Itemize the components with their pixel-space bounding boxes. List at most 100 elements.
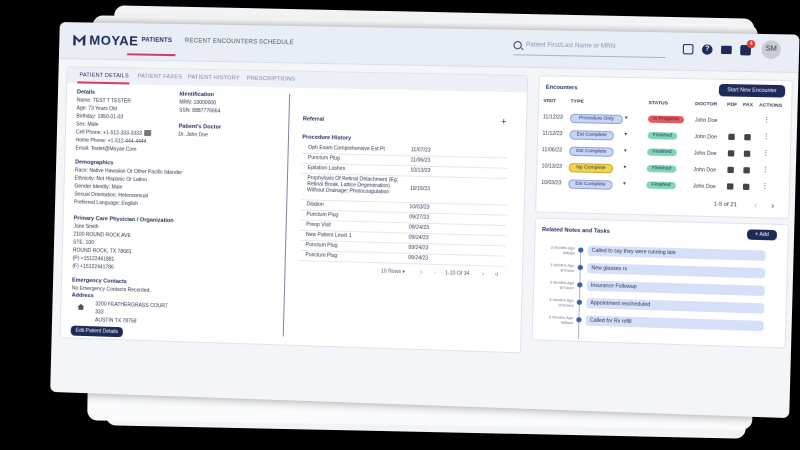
first-page-button[interactable]: |‹ xyxy=(420,270,423,276)
demographic-line: Race: Native Hawaiian Or Other Pacific I… xyxy=(74,167,183,177)
patient-panel: PATIENT DETAILS PATIENT FAXES PATIENT HI… xyxy=(59,66,529,354)
prev-page-button[interactable]: ‹ xyxy=(754,201,757,210)
next-page-button[interactable]: › xyxy=(771,201,774,210)
detail-line: Sex: Male xyxy=(76,121,99,128)
demographic-line: Gender Identity: Male xyxy=(74,183,123,191)
chevron-down-icon[interactable]: ▾ xyxy=(623,164,626,170)
type-select[interactable]: Procedure Only xyxy=(570,113,623,125)
calendar-icon[interactable] xyxy=(682,43,694,55)
column-header: DOCTOR xyxy=(695,101,718,108)
patients-doctor-heading: Patient's Doctor xyxy=(178,123,222,131)
identification-heading: Identification xyxy=(179,91,215,99)
more-icon[interactable]: ⋮ xyxy=(761,167,769,174)
timeline-line xyxy=(577,250,582,339)
encounter-row[interactable]: 11/06/23 Est Complete ▾ Finished John Do… xyxy=(540,76,792,157)
help-icon[interactable]: ? xyxy=(701,44,713,55)
chevron-down-icon[interactable]: ▾ xyxy=(624,131,627,137)
printer-icon[interactable] xyxy=(744,134,751,141)
visit-date: 11/12/23 xyxy=(542,114,563,121)
pcp-line: (P) +15122441881 xyxy=(72,255,115,263)
status-badge: In Progress xyxy=(647,115,685,124)
pcp-line: ROUND ROCK, TX 78681 xyxy=(72,247,132,256)
notes-panel: Related Notes and Tasks + Add 3 Months A… xyxy=(531,217,790,349)
chevron-down-icon[interactable]: ▾ xyxy=(623,181,626,187)
search-input[interactable]: Patient First/Last Name or MRN xyxy=(513,39,667,59)
next-page-button[interactable]: › xyxy=(482,271,484,277)
timeline-dot xyxy=(578,247,584,253)
mail-icon[interactable] xyxy=(720,45,732,55)
doctor-name: John Doe xyxy=(692,183,716,191)
note-item[interactable]: Insurance Followup xyxy=(586,280,765,297)
visit-date: 10/13/23 xyxy=(541,163,563,171)
message-icon[interactable] xyxy=(144,129,152,137)
add-note-button[interactable]: + Add xyxy=(746,229,778,241)
notes-heading: Related Notes and Tasks xyxy=(541,226,610,235)
note-item[interactable]: Called to say they were running late xyxy=(587,245,766,261)
note-item[interactable]: Appointment rescheduled xyxy=(586,297,765,314)
last-page-button[interactable]: ›| xyxy=(495,272,498,278)
note-date: 3 Months Ago BTraver xyxy=(549,280,575,290)
timeline-dot xyxy=(577,282,583,288)
logo-icon xyxy=(73,34,85,45)
note-date: 3 Months Ago Wflash xyxy=(548,315,574,325)
app-logo[interactable]: MOYAE xyxy=(73,32,139,48)
visit-date: 11/12/23 xyxy=(542,130,563,138)
identification-line: MRN: 10000000 xyxy=(179,99,217,107)
tab-patient-details[interactable]: PATIENT DETAILS xyxy=(79,72,129,79)
pcp-heading: Primary Care Physician / Organization xyxy=(73,215,174,225)
tab-prescriptions[interactable]: PRESCRIPTIONS xyxy=(247,76,296,83)
more-icon[interactable]: ⋮ xyxy=(761,183,769,190)
doctor-name: John Doe xyxy=(694,133,718,141)
patients-doctor-name: Dr. John Doe xyxy=(178,131,208,139)
detail-line: Birthday: 1950-01-03 xyxy=(76,113,124,121)
pdf-icon[interactable] xyxy=(726,183,734,190)
nav-schedule[interactable]: SCHEDULE xyxy=(259,40,294,47)
nav-patients[interactable]: PATIENTS xyxy=(141,37,172,44)
pcp-line: 2100 ROUND ROCK AVE xyxy=(73,231,131,240)
chevron-down-icon[interactable]: ▾ xyxy=(625,115,628,121)
more-icon[interactable]: ⋮ xyxy=(763,117,771,124)
pcp-line: STE. 100 xyxy=(72,239,94,247)
note-item[interactable]: Called for Rx refill xyxy=(585,315,764,332)
status-badge: Finished xyxy=(647,131,678,140)
pcp-line: Jane Smith xyxy=(73,223,99,231)
encounter-row[interactable]: 10/13/23 Np Complete ▾ Finished John Doe… xyxy=(540,76,792,174)
encounters-panel: Encounters Start New Encounter VISIT TYP… xyxy=(535,75,793,220)
edit-patient-details-button[interactable]: Edit Patient Details xyxy=(70,325,123,338)
note-item[interactable]: New glasses rx xyxy=(586,263,766,279)
type-select[interactable]: Np Complete xyxy=(568,163,614,174)
encounter-row[interactable]: 11/12/23 Procedure Only ▾ In Progress Jo… xyxy=(540,76,792,124)
column-header: TYPE xyxy=(570,99,584,105)
tab-patient-history[interactable]: PATIENT HISTORY xyxy=(188,75,240,82)
timeline-dot xyxy=(576,317,582,323)
pdf-icon[interactable] xyxy=(728,133,735,141)
start-new-encounter-button[interactable]: Start New Encounter xyxy=(718,83,786,98)
chevron-down-icon[interactable]: ▾ xyxy=(624,148,627,154)
encounter-row[interactable]: 11/12/23 Est Complete ▾ Finished John Do… xyxy=(540,76,792,141)
tab-patient-faxes[interactable]: PATIENT FAXES xyxy=(137,74,182,81)
rows-per-page-select[interactable]: 10 Rows ▾ xyxy=(381,268,405,275)
encounters-pagination: 1-5 of 21 xyxy=(713,201,737,209)
note-date: 3 Months Ago DOmara xyxy=(549,297,574,308)
procedure-history-heading: Procedure History xyxy=(302,134,352,142)
avatar[interactable]: SM xyxy=(761,40,782,60)
nav-recent-encounters[interactable]: RECENT ENCOUNTERS xyxy=(185,38,258,45)
more-icon[interactable]: ⋮ xyxy=(762,150,770,157)
procedure-table: Oph Exam Comprehensive Est Pt 11/07/23 Pu… xyxy=(299,142,509,278)
printer-icon[interactable] xyxy=(743,167,750,174)
type-select[interactable]: Est Complete xyxy=(568,179,613,190)
add-referral-button[interactable]: + xyxy=(501,116,507,126)
page-range: 1-10 Of 34 xyxy=(444,270,470,278)
printer-icon[interactable] xyxy=(742,183,750,191)
encounter-row[interactable]: 10/03/23 Est Complete ▾ Finished John Do… xyxy=(540,76,792,191)
type-select[interactable]: Est Complete xyxy=(569,146,614,157)
more-icon[interactable]: ⋮ xyxy=(762,133,770,140)
note-date: 3 Months Ago BTraver xyxy=(550,263,575,273)
printer-icon[interactable] xyxy=(743,150,751,157)
prev-page-button[interactable]: ‹ xyxy=(435,270,437,276)
pdf-icon[interactable] xyxy=(727,166,734,174)
patient-subtabs: PATIENT DETAILS PATIENT FAXES PATIENT HI… xyxy=(67,67,528,93)
type-select[interactable]: Est Complete xyxy=(569,130,614,141)
pdf-icon[interactable] xyxy=(727,150,735,157)
status-badge: Finished xyxy=(646,164,677,173)
